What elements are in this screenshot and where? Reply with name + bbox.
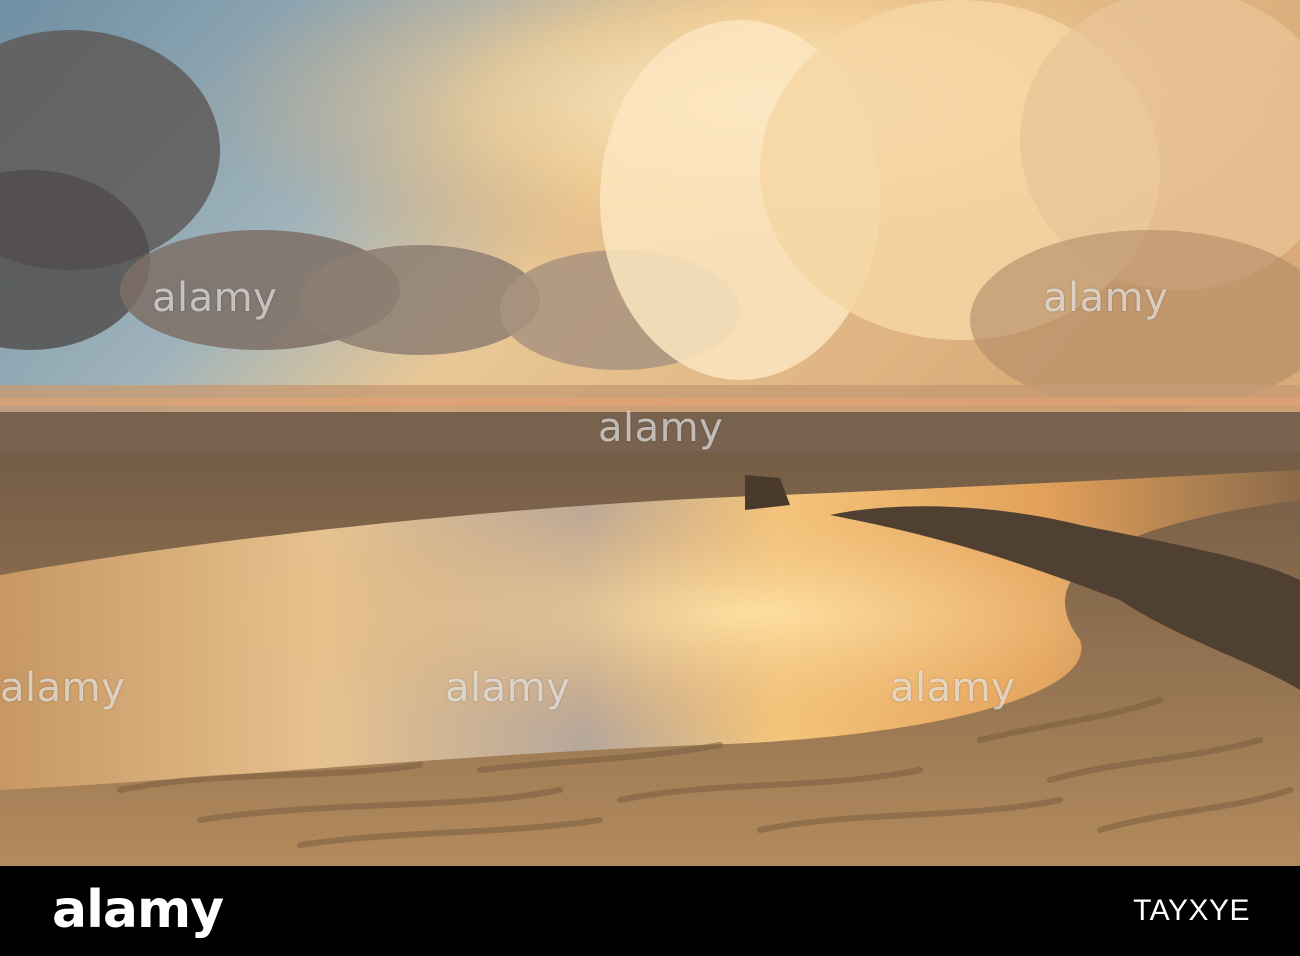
- image-id-label: TAYXYE: [1133, 894, 1250, 927]
- watermark-text: alamy: [890, 665, 1016, 711]
- watermark-text: alamy: [152, 275, 278, 321]
- watermark-text: alamy: [1043, 275, 1169, 321]
- photo: alamy alamy alamy alamy alamy alamy: [0, 0, 1300, 866]
- alamy-logo: alamy: [52, 880, 224, 940]
- watermark-text: alamy: [0, 665, 126, 711]
- footer-bar: alamy TAYXYE: [0, 866, 1300, 956]
- watermark-text: alamy: [598, 405, 724, 451]
- watermark-text: alamy: [445, 665, 571, 711]
